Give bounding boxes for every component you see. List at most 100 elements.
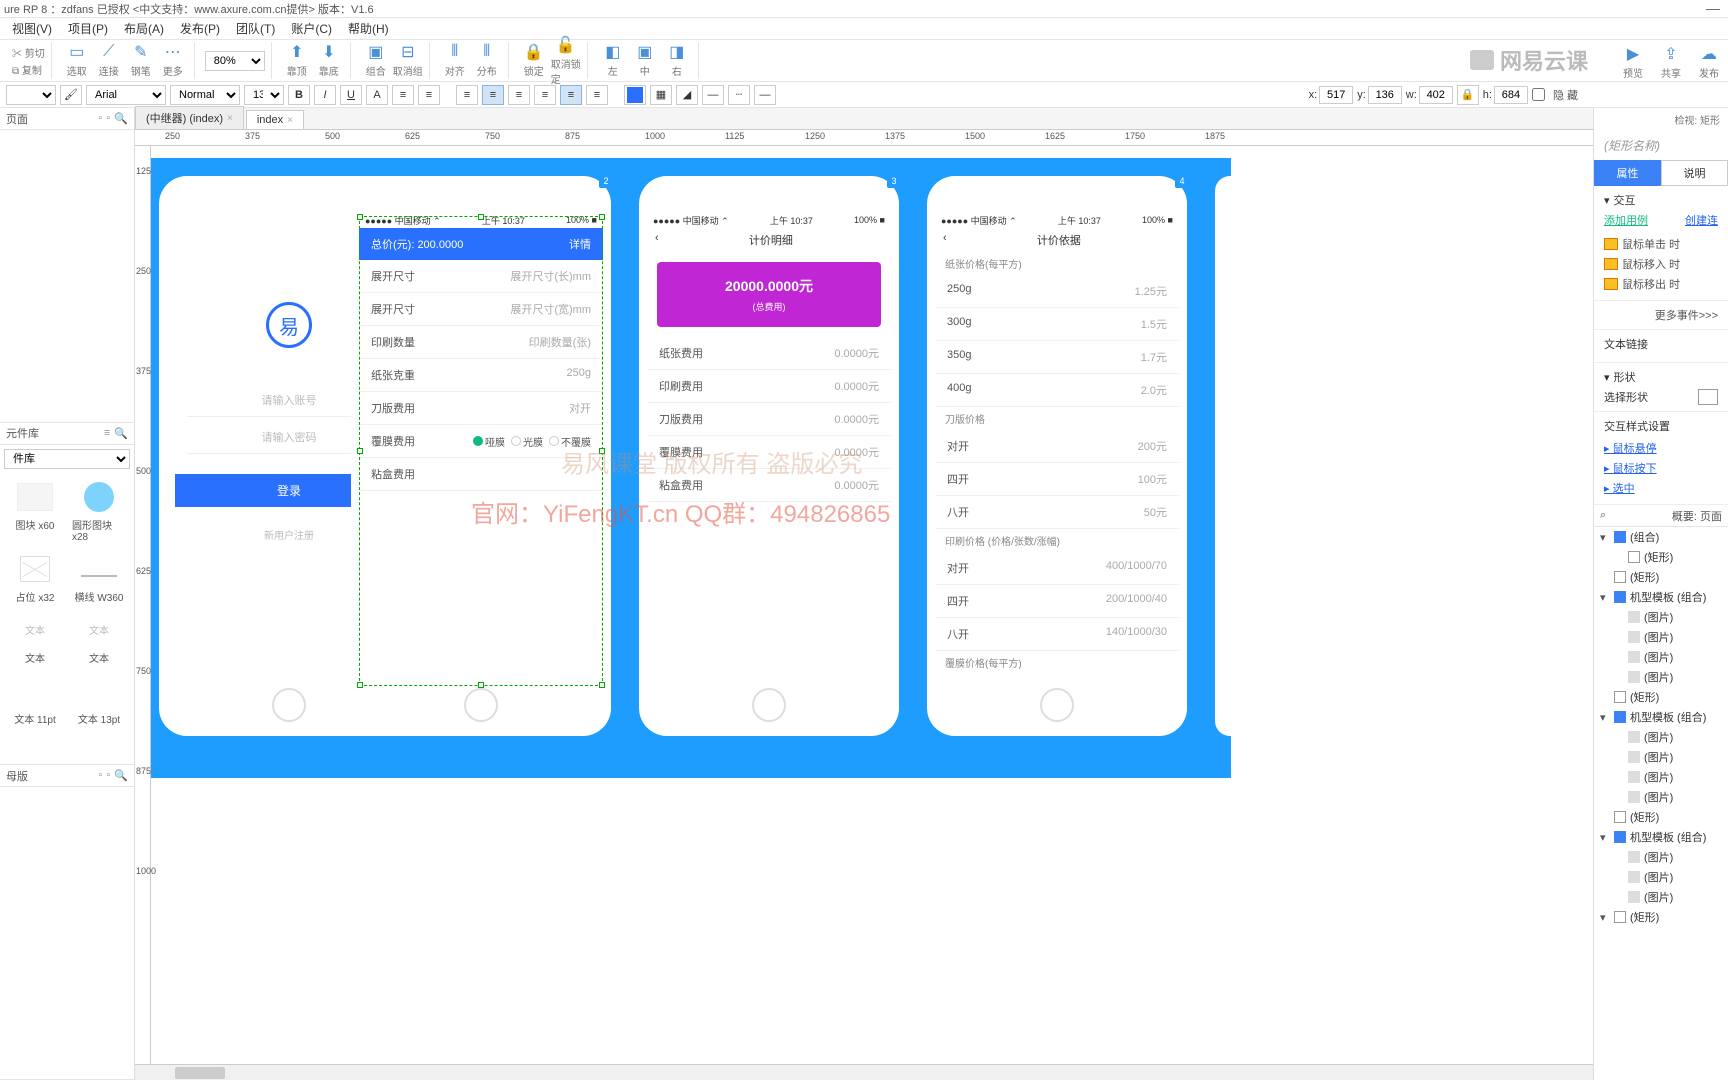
outline-node[interactable]: (图片) xyxy=(1594,647,1728,667)
add-case-link[interactable]: 添加用例 xyxy=(1604,212,1648,228)
italic-button[interactable]: I xyxy=(314,85,336,105)
font-size-select[interactable]: 13 xyxy=(244,85,284,105)
menu-item[interactable]: 布局(A) xyxy=(124,20,164,37)
toolbar-button[interactable]: ⟋连接 xyxy=(94,43,124,79)
toolbar-button[interactable]: ⊟取消组 xyxy=(393,43,423,79)
outline-node[interactable]: (图片) xyxy=(1594,747,1728,767)
lock-aspect-icon[interactable]: 🔒 xyxy=(1457,85,1479,105)
border-color-button[interactable]: ◢ xyxy=(676,85,698,105)
horizontal-scrollbar[interactable] xyxy=(135,1064,1593,1080)
close-tab-icon[interactable]: × xyxy=(227,113,233,124)
toolbar-button[interactable]: ⬆靠顶 xyxy=(282,43,312,79)
close-tab-icon[interactable]: × xyxy=(287,115,293,126)
add-folder-icon[interactable]: ▫ xyxy=(106,112,110,125)
document-tab[interactable]: (中继器) (index)× xyxy=(135,106,244,129)
widget-library-item[interactable]: 文本文本 xyxy=(72,614,126,665)
menu-item[interactable]: 帮助(H) xyxy=(348,20,389,37)
widget-library-item[interactable]: 文本文本 xyxy=(8,614,62,665)
toolbar-button[interactable]: ✎钢笔 xyxy=(126,43,156,79)
align-center-button[interactable]: ≡ xyxy=(482,85,504,105)
add-page-icon[interactable]: ▫ xyxy=(98,112,102,125)
interaction-event[interactable]: 鼠标移出 时 xyxy=(1604,274,1718,294)
menu-item[interactable]: 视图(V) xyxy=(12,20,52,37)
style-setting-link[interactable]: ▸ 鼠标悬停 xyxy=(1604,438,1718,458)
phone-mockup-3[interactable]: 3 ●●●●● 中国移动 ⌃上午 10:37100% ■ ‹计价明细 20000… xyxy=(639,176,899,736)
toolbar-button[interactable]: 🔒锁定 xyxy=(519,43,549,79)
outline-node[interactable]: (图片) xyxy=(1594,607,1728,627)
chevron-down-icon[interactable]: ▾ xyxy=(1604,371,1610,384)
share-button[interactable]: ⇪共享 xyxy=(1656,44,1686,80)
add-folder-icon[interactable]: ▫ xyxy=(106,769,110,782)
add-master-icon[interactable]: ▫ xyxy=(98,769,102,782)
zoom-select[interactable]: 80% xyxy=(205,51,265,71)
menu-item[interactable]: 团队(T) xyxy=(236,20,275,37)
outline-node[interactable]: (图片) xyxy=(1594,867,1728,887)
style-select[interactable] xyxy=(6,85,56,105)
widget-library-item[interactable]: 图块 x60 xyxy=(8,481,62,543)
interaction-event[interactable]: 鼠标单击 时 xyxy=(1604,234,1718,254)
outline-node[interactable]: (图片) xyxy=(1594,887,1728,907)
style-setting-link[interactable]: ▸ 选中 xyxy=(1604,478,1718,498)
widget-library-item[interactable]: 圆形图块 x28 xyxy=(72,481,126,543)
menu-item[interactable]: 账户(C) xyxy=(291,20,332,37)
outline-node[interactable]: (矩形) xyxy=(1594,567,1728,587)
copy-button[interactable]: ⧉ 复制 xyxy=(12,62,45,77)
toolbar-button[interactable]: ⫴对齐 xyxy=(440,43,470,79)
outline-node[interactable]: ▾机型模板 (组合) xyxy=(1594,827,1728,847)
outline-node[interactable]: (图片) xyxy=(1594,767,1728,787)
menu-item[interactable]: 项目(P) xyxy=(68,20,108,37)
toolbar-button[interactable]: ⫴分布 xyxy=(472,43,502,79)
toolbar-button[interactable]: ⬇靠底 xyxy=(314,43,344,79)
outline-node[interactable]: (矩形) xyxy=(1594,687,1728,707)
valign-middle-button[interactable]: ≡ xyxy=(560,85,582,105)
format-painter-icon[interactable]: 🖌 xyxy=(60,85,82,105)
font-weight-select[interactable]: Normal xyxy=(170,85,240,105)
bullets-button[interactable]: ≡ xyxy=(392,85,414,105)
outline-node[interactable]: ▾机型模板 (组合) xyxy=(1594,707,1728,727)
search-icon[interactable]: 🔍 xyxy=(114,112,128,125)
toolbar-button[interactable]: 🔓取消锁定 xyxy=(551,43,581,79)
cut-button[interactable]: ✂ 剪切 xyxy=(12,45,45,60)
outline-node[interactable]: ▾机型模板 (组合) xyxy=(1594,587,1728,607)
search-icon[interactable]: 🔍 xyxy=(114,427,128,440)
toolbar-button[interactable]: ▭选取 xyxy=(62,43,92,79)
bold-button[interactable]: B xyxy=(288,85,310,105)
library-select[interactable]: 件库 xyxy=(4,449,130,469)
toolbar-button[interactable]: ◨右 xyxy=(662,43,692,79)
font-family-select[interactable]: Arial xyxy=(86,85,166,105)
toolbar-button[interactable]: ⋯更多 xyxy=(158,43,188,79)
fill-color-button[interactable] xyxy=(624,85,646,105)
valign-top-button[interactable]: ≡ xyxy=(534,85,556,105)
widget-library-item[interactable]: 文本 13pt xyxy=(72,675,126,726)
outline-node[interactable]: (矩形) xyxy=(1594,807,1728,827)
phone-mockup-4[interactable]: 4 ●●●●● 中国移动 ⌃上午 10:37100% ■ ‹计价依据 纸张价格(… xyxy=(927,176,1187,736)
publish-button[interactable]: ☁发布 xyxy=(1694,44,1724,80)
border-width-button[interactable]: — xyxy=(702,85,724,105)
underline-button[interactable]: U xyxy=(340,85,362,105)
outline-node[interactable]: (图片) xyxy=(1594,847,1728,867)
properties-tab[interactable]: 属性 xyxy=(1594,160,1661,186)
outline-node[interactable]: (图片) xyxy=(1594,667,1728,687)
document-tab[interactable]: index× xyxy=(246,110,304,129)
outline-node[interactable]: (矩形) xyxy=(1594,547,1728,567)
canvas-viewport[interactable]: 1252503755006257508751000 1 易 请输入账号 请输入密… xyxy=(135,146,1593,1080)
toolbar-button[interactable]: ▣中 xyxy=(630,43,660,79)
widget-library-item[interactable]: 横线 W360 xyxy=(72,553,126,604)
shape-picker[interactable] xyxy=(1698,389,1718,405)
phone-mockup-5[interactable] xyxy=(1215,176,1245,736)
align-right-button[interactable]: ≡ xyxy=(508,85,530,105)
search-icon[interactable]: 🔍 xyxy=(114,769,128,782)
menu-item[interactable]: 发布(P) xyxy=(180,20,220,37)
valign-bottom-button[interactable]: ≡ xyxy=(586,85,608,105)
gradient-button[interactable]: ▦ xyxy=(650,85,672,105)
align-left-button[interactable]: ≡ xyxy=(456,85,478,105)
style-setting-link[interactable]: ▸ 鼠标按下 xyxy=(1604,458,1718,478)
font-color-button[interactable]: A xyxy=(366,85,388,105)
shadow-button[interactable]: — xyxy=(754,85,776,105)
preview-button[interactable]: ▶预览 xyxy=(1618,44,1648,80)
outline-node[interactable]: (图片) xyxy=(1594,727,1728,747)
outline-node[interactable]: (图片) xyxy=(1594,787,1728,807)
chevron-down-icon[interactable]: ▾ xyxy=(1604,194,1610,207)
notes-tab[interactable]: 说明 xyxy=(1661,160,1728,186)
outline-node[interactable]: ▾(矩形) xyxy=(1594,907,1728,927)
